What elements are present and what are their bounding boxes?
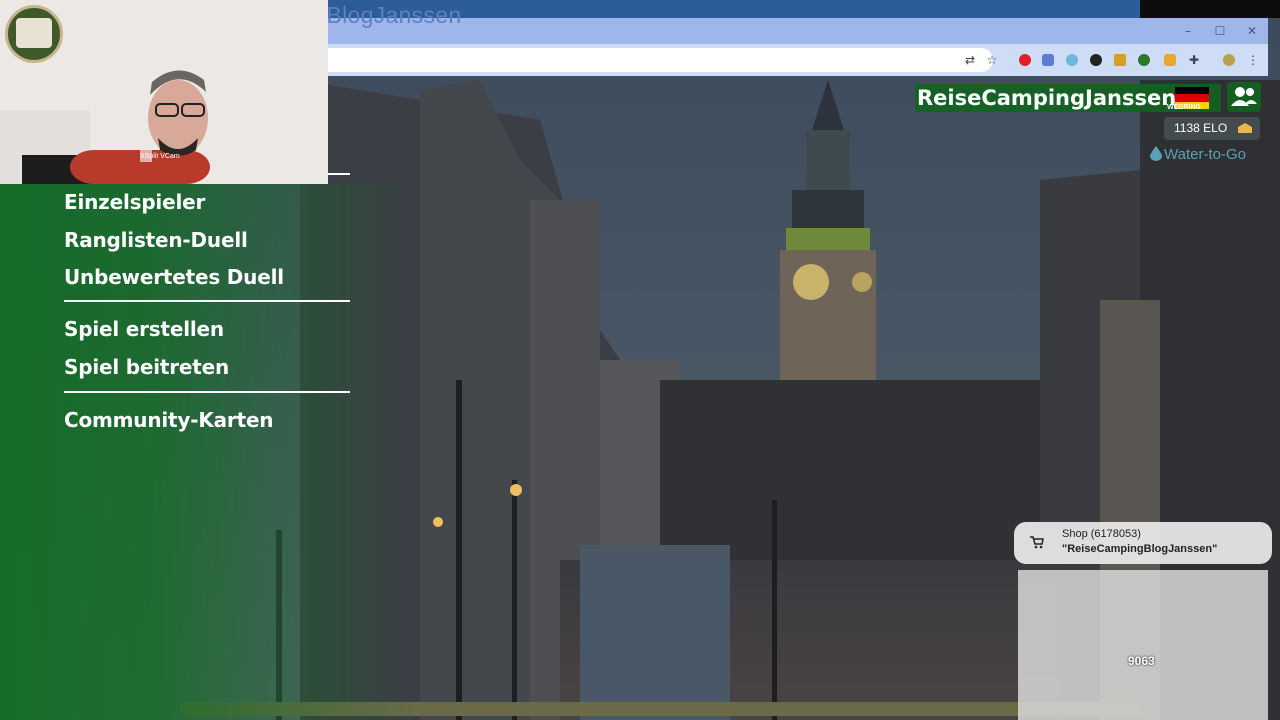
channel-logo-icon — [5, 5, 63, 63]
star-icon[interactable]: ☆ — [982, 50, 1002, 70]
friends-button[interactable] — [1227, 82, 1261, 112]
shop-id-text: Shop (6178053) — [1062, 528, 1141, 540]
elo-badge: 1138 ELO — [1164, 117, 1260, 140]
menu-item-einzelspieler[interactable]: Einzelspieler — [64, 190, 205, 214]
green-ext-icon[interactable] — [1134, 50, 1154, 70]
translate-ext-icon[interactable] — [1062, 50, 1082, 70]
circle-ext-icon[interactable] — [1086, 50, 1106, 70]
shop-notification[interactable]: Shop (6178053) "ReiseCampingBlogJanssen" — [1014, 522, 1272, 564]
friends-icon — [1231, 87, 1257, 106]
address-bar[interactable] — [328, 48, 993, 72]
menu-top-divider — [328, 173, 350, 175]
translate-icon[interactable]: ⇄ — [960, 50, 980, 70]
viewer-counter: 9063 — [1128, 654, 1155, 668]
cart-icon — [1030, 536, 1044, 549]
menu-item-community-karten[interactable]: Community-Karten — [64, 408, 274, 432]
profile-icon[interactable] — [1219, 50, 1239, 70]
menu-icon[interactable]: ⋮ — [1243, 50, 1263, 70]
browser-toolbar: ⇄ ☆ ✚ ⋮ — [328, 44, 1268, 76]
maximize-icon[interactable]: ☐ — [1205, 18, 1235, 44]
extension-blue-icon[interactable] — [1038, 50, 1058, 70]
elo-value: 1138 ELO — [1174, 121, 1228, 135]
opera-icon[interactable] — [1015, 50, 1035, 70]
sponsor-logo: Water-to-Go — [1150, 146, 1246, 163]
orange-ext-icon[interactable] — [1160, 50, 1180, 70]
menu-divider — [64, 300, 350, 302]
sponsor-name: Water-to-Go — [1164, 146, 1246, 163]
menu-item-unbewertetes-duell[interactable]: Unbewertetes Duell — [64, 265, 284, 289]
menu-item-spiel-erstellen[interactable]: Spiel erstellen — [64, 317, 224, 341]
minimize-icon[interactable]: – — [1173, 18, 1203, 44]
profile-badge: WEDRING — [1167, 104, 1201, 111]
xsplit-vcam-label: XSplit VCam — [140, 153, 180, 160]
pen-ext-icon[interactable] — [1110, 50, 1130, 70]
menu-item-spiel-beitreten[interactable]: Spiel beitreten — [64, 355, 229, 379]
water-drop-icon — [1150, 146, 1162, 161]
top-right-black-strip — [1140, 0, 1280, 18]
elo-rank-icon — [1238, 123, 1252, 133]
menu-item-ranglisten-duell[interactable]: Ranglisten-Duell — [64, 228, 248, 252]
browser-title-bar: – ☐ ✕ — [328, 18, 1268, 44]
close-icon[interactable]: ✕ — [1237, 18, 1267, 44]
menu-divider — [64, 391, 350, 393]
shop-name-text: "ReiseCampingBlogJanssen" — [1062, 543, 1218, 555]
webcam-overlay: XSplit VCam — [0, 0, 328, 184]
puzzle-icon[interactable]: ✚ — [1184, 50, 1204, 70]
profile-bar[interactable]: ReiseCampingJanssen WEDRING — [915, 84, 1221, 112]
profile-name: ReiseCampingJanssen — [917, 86, 1177, 110]
